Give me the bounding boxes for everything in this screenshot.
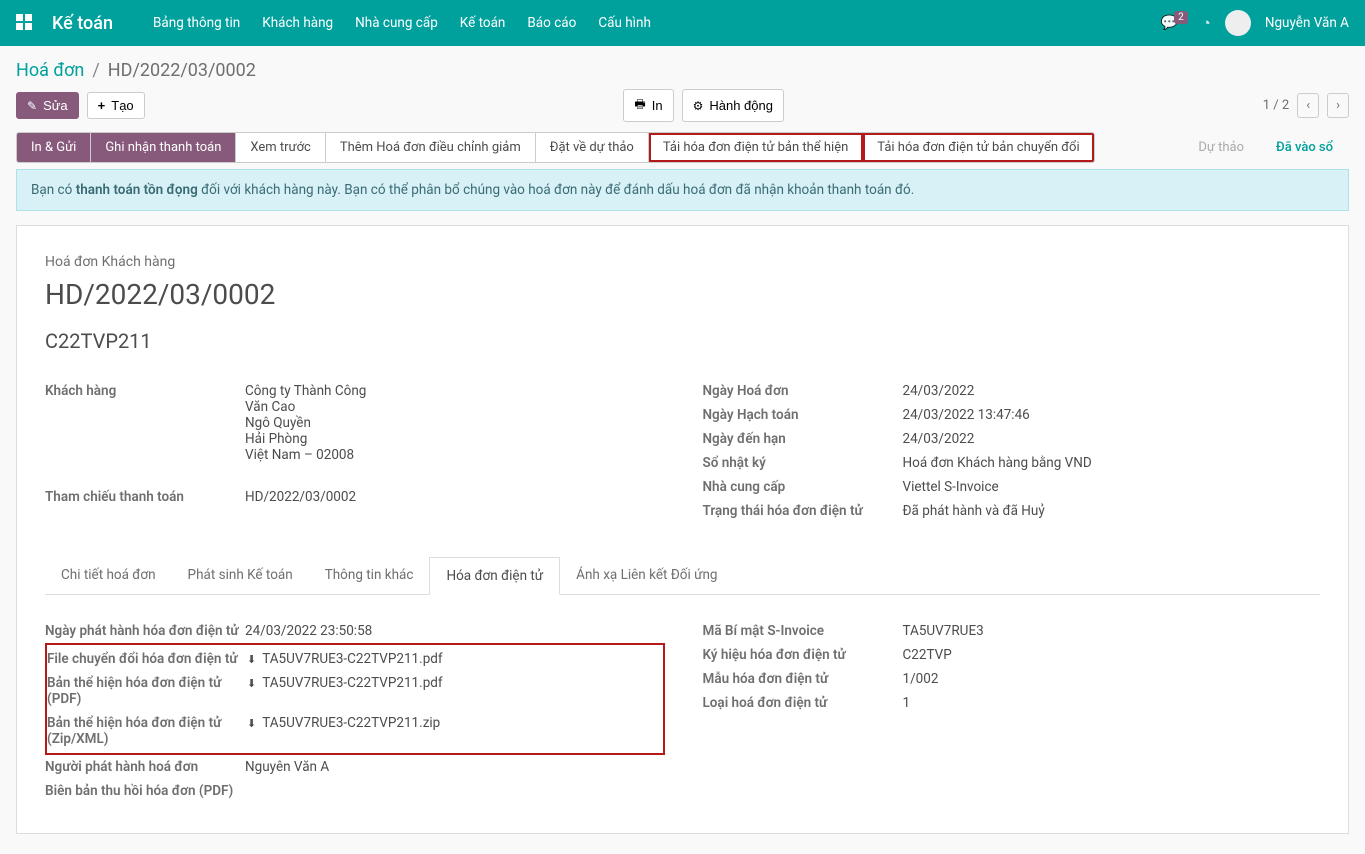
app-brand: Kế toán bbox=[52, 13, 113, 34]
menu-item[interactable]: Cấu hình bbox=[598, 15, 651, 31]
status-step-einv-convert[interactable]: Tải hóa đơn điện tử bản chuyển đổi bbox=[863, 133, 1093, 162]
create-button-label: Tạo bbox=[111, 98, 133, 113]
tab-journal[interactable]: Phát sinh Kế toán bbox=[172, 557, 309, 594]
form-sheet: Hoá đơn Khách hàng HD/2022/03/0002 C22TV… bbox=[16, 225, 1349, 834]
menu-item[interactable]: Bảng thông tin bbox=[153, 15, 240, 31]
breadcrumb: Hoá đơn / HD/2022/03/0002 bbox=[0, 46, 1365, 89]
pager: 1 / 2 ‹ › bbox=[1263, 93, 1349, 118]
payref-value: HD/2022/03/0002 bbox=[245, 489, 663, 505]
breadcrumb-root[interactable]: Hoá đơn bbox=[16, 60, 84, 81]
print-button[interactable]: In bbox=[623, 89, 673, 122]
status-step-payment[interactable]: Ghi nhận thanh toán bbox=[91, 133, 236, 162]
payref-label: Tham chiếu thanh toán bbox=[45, 489, 245, 505]
detail-tabs: Chi tiết hoá đơn Phát sinh Kế toán Thông… bbox=[45, 557, 1320, 595]
stage-posted[interactable]: Đã vào sổ bbox=[1260, 133, 1349, 162]
pager-next[interactable]: › bbox=[1327, 93, 1349, 118]
customer-label: Khách hàng bbox=[45, 383, 245, 463]
breadcrumb-current: HD/2022/03/0002 bbox=[108, 60, 256, 81]
customer-value: Công ty Thành Công Văn Cao Ngô Quyền Hải… bbox=[245, 383, 663, 463]
plus-icon bbox=[98, 98, 106, 113]
pager-prev[interactable]: ‹ bbox=[1297, 93, 1319, 118]
statusbar: In & Gửi Ghi nhận thanh toán Xem trước T… bbox=[0, 132, 1365, 163]
print-button-label: In bbox=[652, 98, 663, 113]
create-button[interactable]: Tạo bbox=[87, 92, 145, 119]
einv-file-pdf[interactable]: TA5UV7RUE3-C22TVP211.pdf bbox=[247, 675, 443, 691]
user-name[interactable]: Nguyễn Văn A bbox=[1265, 15, 1349, 31]
messages-badge: 2 bbox=[1174, 11, 1188, 24]
status-step-preview[interactable]: Xem trước bbox=[236, 133, 325, 162]
status-step-draft[interactable]: Đặt về dự thảo bbox=[536, 133, 649, 162]
einv-file-zip[interactable]: TA5UV7RUE3-C22TVP211.zip bbox=[247, 715, 440, 731]
doc-number: HD/2022/03/0002 bbox=[45, 278, 1320, 311]
pager-text: 1 / 2 bbox=[1263, 98, 1289, 113]
status-actions: In & Gửi Ghi nhận thanh toán Xem trước T… bbox=[16, 132, 1095, 163]
einv-left-col: Ngày phát hành hóa đơn điện tử 24/03/202… bbox=[45, 619, 663, 803]
pencil-icon bbox=[27, 98, 37, 113]
einv-files-highlight: File chuyển đổi hóa đơn điện tử TA5UV7RU… bbox=[45, 643, 665, 755]
main-menu: Bảng thông tin Khách hàng Nhà cung cấp K… bbox=[153, 15, 1161, 31]
activities-icon[interactable] bbox=[1202, 14, 1211, 32]
stage-draft[interactable]: Dự thảo bbox=[1182, 133, 1260, 162]
control-bar: Sửa Tạo In Hành động 1 / 2 ‹ › bbox=[0, 89, 1365, 132]
menu-item[interactable]: Kế toán bbox=[460, 15, 506, 31]
action-button-label: Hành động bbox=[709, 98, 773, 113]
status-step-credit[interactable]: Thêm Hoá đơn điều chỉnh giảm bbox=[326, 133, 536, 162]
download-icon bbox=[247, 651, 256, 667]
einv-file-convert[interactable]: TA5UV7RUE3-C22TVP211.pdf bbox=[247, 651, 443, 667]
gear-icon bbox=[693, 98, 704, 113]
download-icon bbox=[247, 715, 256, 731]
print-icon bbox=[634, 95, 645, 116]
outstanding-notice: Bạn có thanh toán tồn đọng đối với khách… bbox=[16, 169, 1349, 211]
einv-right-col: Mã Bí mật S-InvoiceTA5UV7RUE3 Ký hiệu hó… bbox=[703, 619, 1321, 803]
menu-item[interactable]: Nhà cung cấp bbox=[355, 15, 438, 31]
download-icon bbox=[247, 675, 256, 691]
edit-button[interactable]: Sửa bbox=[16, 92, 79, 119]
avatar[interactable] bbox=[1225, 10, 1251, 36]
status-step-send[interactable]: In & Gửi bbox=[17, 133, 91, 162]
tab-einvoice[interactable]: Hóa đơn điện tử bbox=[429, 557, 560, 595]
action-button[interactable]: Hành động bbox=[682, 89, 784, 122]
topbar: Kế toán Bảng thông tin Khách hàng Nhà cu… bbox=[0, 0, 1365, 46]
menu-item[interactable]: Báo cáo bbox=[527, 15, 576, 31]
tab-lines[interactable]: Chi tiết hoá đơn bbox=[45, 557, 172, 594]
status-step-einv-display[interactable]: Tải hóa đơn điện tử bản thể hiện bbox=[649, 133, 863, 162]
doc-subtitle: Hoá đơn Khách hàng bbox=[45, 254, 1320, 270]
edit-button-label: Sửa bbox=[43, 98, 68, 113]
doc-code: C22TVP211 bbox=[45, 329, 1320, 353]
left-column: Khách hàng Công ty Thành Công Văn Cao Ng… bbox=[45, 379, 663, 523]
messages-icon[interactable]: 2 bbox=[1161, 15, 1188, 31]
right-column: Ngày Hoá đơn24/03/2022 Ngày Hạch toán24/… bbox=[703, 379, 1321, 523]
tab-einvoice-body: Ngày phát hành hóa đơn điện tử 24/03/202… bbox=[45, 595, 1320, 803]
tab-other[interactable]: Thông tin khác bbox=[309, 557, 430, 594]
tab-recon[interactable]: Ánh xạ Liên kết Đối ứng bbox=[560, 557, 733, 594]
apps-icon[interactable] bbox=[16, 14, 34, 32]
menu-item[interactable]: Khách hàng bbox=[262, 15, 333, 31]
breadcrumb-sep: / bbox=[92, 60, 99, 81]
